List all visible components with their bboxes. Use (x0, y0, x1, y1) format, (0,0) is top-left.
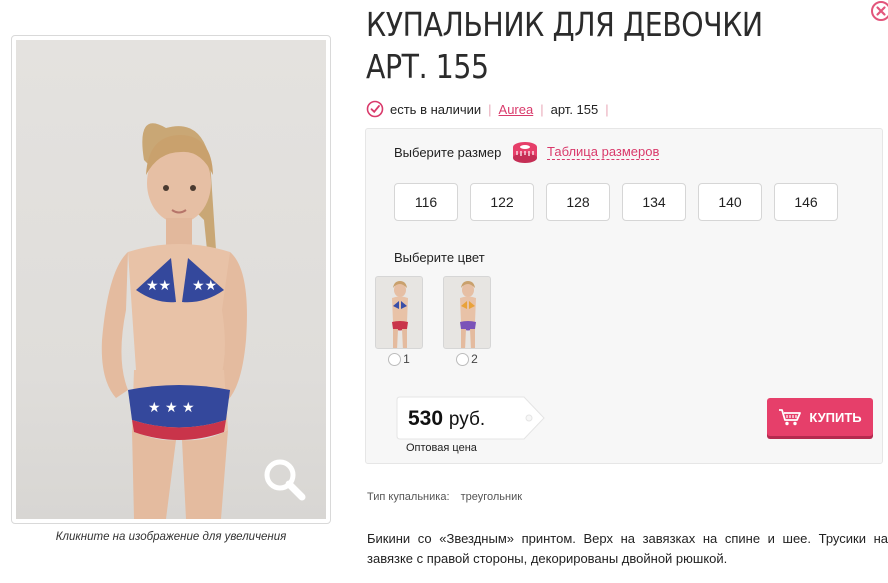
color-option-2[interactable]: 2 (442, 276, 492, 366)
size-option-116[interactable]: 116 (394, 183, 458, 221)
product-description: Бикини со «Звездным» принтом. Верх на за… (367, 531, 888, 566)
size-label: Выберите размер (394, 145, 502, 160)
product-meta: есть в наличии | Aurea | арт. 155 | (366, 99, 616, 119)
cart-icon (779, 409, 802, 426)
color-thumbnail-1 (392, 281, 408, 348)
meta-separator: | (605, 101, 609, 117)
color-label: Выберите цвет (394, 250, 485, 265)
close-icon[interactable] (870, 0, 888, 22)
check-circle-icon (366, 100, 384, 118)
buy-button-label: КУПИТЬ (809, 409, 862, 425)
article-number: арт. 155 (550, 101, 599, 117)
buy-button[interactable]: КУПИТЬ (767, 398, 873, 436)
spec-label: Тип купальника: (367, 491, 450, 503)
measuring-tape-icon (513, 142, 537, 163)
product-title: КУПАЛЬНИК ДЛЯ ДЕВОЧКИ АРТ. 155 (366, 5, 763, 86)
svg-text:★★: ★★ (146, 278, 171, 294)
color-radio-1[interactable] (388, 352, 402, 366)
price-tag: 530 руб. (396, 396, 546, 440)
brand-link[interactable]: Aurea (499, 102, 534, 117)
color-option-1[interactable]: 1 (374, 276, 424, 366)
color-radio-label-1: 1 (403, 352, 410, 366)
color-swatch-2[interactable] (443, 276, 491, 349)
price-amount: 530 (408, 407, 444, 430)
color-swatch-1[interactable] (375, 276, 423, 349)
size-option-128[interactable]: 128 (546, 183, 610, 221)
color-radio-row-2[interactable]: 2 (456, 352, 478, 366)
model-illustration: ★★ ★★ ★ ★ ★ (101, 123, 247, 519)
product-photo-frame[interactable]: ★★ ★★ ★ ★ ★ (11, 35, 331, 524)
size-table-link[interactable]: Таблица размеров (511, 137, 660, 167)
meta-separator: | (540, 101, 544, 117)
meta-separator: | (488, 101, 492, 117)
size-option-146[interactable]: 146 (774, 183, 838, 221)
price-currency: руб. (448, 409, 486, 430)
color-radio-2[interactable] (456, 352, 470, 366)
size-options: 116 122 128 134 140 146 (394, 183, 850, 221)
size-option-122[interactable]: 122 (470, 183, 534, 221)
svg-text:★★: ★★ (192, 278, 217, 294)
size-table-label: Таблица размеров (547, 143, 660, 160)
color-radio-row-1[interactable]: 1 (388, 352, 410, 366)
color-options: 1 2 (374, 276, 510, 366)
svg-text:★ ★ ★: ★ ★ ★ (148, 400, 195, 416)
purchase-panel: Выберите размер Таблица размеров 116 122… (365, 128, 883, 464)
availability-status: есть в наличии (390, 101, 482, 117)
spec-value: треугольник (460, 491, 523, 503)
zoom-icon[interactable] (260, 455, 308, 503)
photo-caption: Кликните на изображение для увеличения (55, 531, 287, 543)
color-thumbnail-2 (460, 281, 476, 348)
size-option-140[interactable]: 140 (698, 183, 762, 221)
size-option-134[interactable]: 134 (622, 183, 686, 221)
product-photo[interactable]: ★★ ★★ ★ ★ ★ (16, 40, 326, 519)
price-note: Оптовая цена (406, 442, 477, 454)
price-value: 530 руб. (408, 407, 485, 431)
color-radio-label-2: 2 (471, 352, 478, 366)
spec-swimsuit-type: Тип купальника: треугольник (367, 491, 522, 503)
